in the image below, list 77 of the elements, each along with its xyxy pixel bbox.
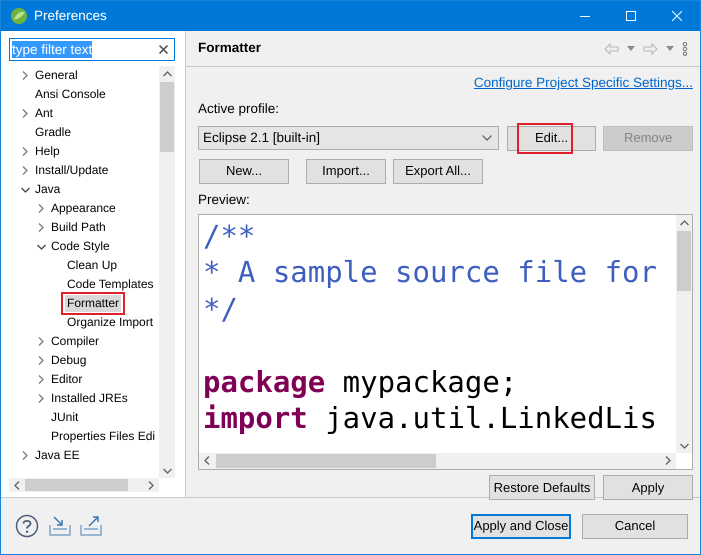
tree-item[interactable]: Ant [33,105,56,122]
tree-item[interactable]: Help [33,143,62,160]
tree-item[interactable]: General [33,67,80,84]
tree-item[interactable]: Appearance [49,200,118,217]
tree-item[interactable]: JUnit [49,409,80,426]
tree-item[interactable]: Java EE [33,447,82,464]
scroll-left-icon[interactable] [204,456,210,466]
chevron-right-icon[interactable] [38,223,44,232]
code-line: * A sample source file for [203,254,657,291]
maximize-icon [626,11,636,21]
action-button[interactable]: Export All... [393,158,483,184]
tree-item[interactable]: Properties Files Edi [49,428,158,445]
tree-item[interactable]: Installed JREs [49,390,130,407]
tree-item[interactable]: Java [33,181,62,198]
tree-item[interactable]: Organize Import [65,314,156,331]
tree-item[interactable]: Formatter [65,295,122,312]
tree-item[interactable]: Debug [49,352,88,369]
scrollbar-thumb[interactable] [160,82,174,152]
code-line: package mypackage; [203,364,518,400]
dropdown-icon[interactable] [627,46,635,51]
help-icon[interactable] [15,514,39,538]
chevron-right-icon[interactable] [38,375,44,384]
cancel-button[interactable]: Cancel [582,514,688,538]
configure-link[interactable]: Configure Project Specific Settings... [474,73,693,94]
field-label: Preview: [198,190,251,208]
page-title: Formatter [198,39,262,58]
code-line: import java.util.LinkedLis [203,400,657,437]
menu-icon[interactable] [682,42,688,56]
export-icon[interactable] [80,516,102,536]
tree-item[interactable]: Install/Update [33,162,110,179]
chevron-right-icon[interactable] [22,71,28,80]
tree-item[interactable]: Editor [49,371,84,388]
scroll-right-icon[interactable] [148,480,154,490]
tree-item[interactable]: Code Templates [65,276,156,293]
chevron-right-icon[interactable] [38,394,44,403]
close-icon [672,11,682,21]
apply-and-close-button[interactable]: Apply and Close [471,514,571,538]
chevron-down-icon [482,135,492,141]
apply-button[interactable]: Apply [603,474,693,500]
code-line: */ [203,290,238,328]
clear-icon[interactable] [159,45,168,54]
horizontal-scrollbar[interactable] [9,478,159,492]
scroll-up-icon[interactable] [680,220,688,226]
scroll-down-icon[interactable] [680,442,688,449]
tree-item[interactable]: Ansi Console [33,86,108,103]
action-button[interactable]: New... [199,158,289,184]
restore-defaults-button[interactable]: Restore Defaults [489,474,595,500]
profile-dropdown[interactable]: Eclipse 2.1 [built-in] [198,126,499,150]
dropdown-icon[interactable] [666,46,674,51]
tree-item[interactable]: Clean Up [65,257,120,274]
window-title: Preferences [34,6,107,25]
chevron-right-icon[interactable] [22,451,28,460]
tree-item[interactable]: Compiler [49,333,102,350]
chevron-down-icon[interactable] [20,186,30,192]
tree-item[interactable]: Code Style [49,238,112,255]
tree-item[interactable]: Gradle [33,124,74,141]
code-line: /** [203,218,256,254]
scroll-up-icon[interactable] [162,71,172,77]
action-button[interactable]: Import... [306,158,386,184]
vertical-scrollbar[interactable] [159,66,175,478]
chevron-right-icon[interactable] [38,337,44,346]
scrollbar-thumb[interactable] [677,230,691,291]
chevron-right-icon[interactable] [22,109,28,118]
chevron-right-icon[interactable] [38,356,44,365]
chevron-right-icon[interactable] [22,147,28,156]
import-icon[interactable] [49,516,71,536]
tree-item[interactable]: Build Path [49,219,108,236]
scroll-left-icon[interactable] [14,480,20,490]
horizontal-scrollbar[interactable] [199,452,676,469]
vertical-scrollbar[interactable] [676,214,692,453]
chevron-down-icon[interactable] [36,244,46,250]
chevron-right-icon[interactable] [38,204,44,213]
scroll-right-icon[interactable] [665,456,671,466]
scroll-down-icon[interactable] [162,468,172,474]
field-label: Active profile: [198,100,280,118]
leaf-icon [10,7,28,25]
chevron-right-icon[interactable] [22,166,28,175]
